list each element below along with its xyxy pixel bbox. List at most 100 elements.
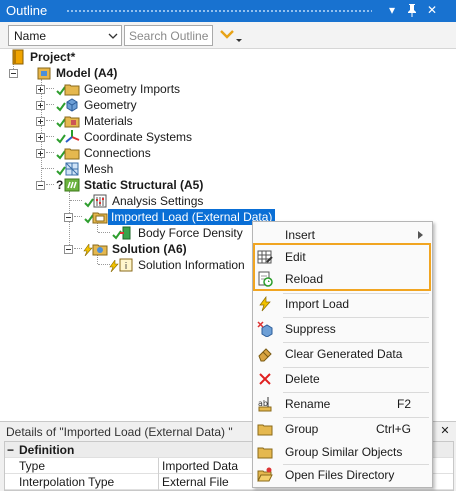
menu-item-group[interactable]: Group Ctrl+G	[253, 417, 432, 441]
tree-item-connections[interactable]: Connections	[36, 145, 166, 161]
menu-item-shortcut: Ctrl+G	[375, 422, 411, 436]
tree-label: Body Force Density	[138, 226, 243, 240]
search-outline-input[interactable]: Search Outline	[124, 25, 213, 46]
tree-item-body-force-density[interactable]: Body Force Density	[106, 225, 246, 241]
window-title: Outline	[6, 3, 48, 18]
imported-load-folder-icon	[92, 212, 108, 224]
expand-toggle[interactable]	[36, 101, 45, 110]
suppress-icon	[257, 321, 273, 337]
search-options-chevron-icon[interactable]	[218, 26, 244, 44]
menu-item-delete[interactable]: Delete	[253, 367, 432, 391]
analysis-settings-icon	[93, 194, 107, 208]
geometry-cube-icon	[66, 98, 78, 112]
menu-item-rename[interactable]: ab Rename F2	[253, 392, 432, 416]
menu-item-open-files-directory[interactable]: Open Files Directory	[253, 463, 432, 487]
details-row-label: Type	[19, 459, 46, 473]
tree-label: Model (A4)	[56, 66, 118, 80]
tree-item-analysis-settings[interactable]: Analysis Settings	[78, 193, 218, 209]
tree-item-coordinate-systems[interactable]: Coordinate Systems	[36, 129, 196, 145]
tree-label-selected: Imported Load (External Data)	[108, 209, 276, 225]
folder-icon	[257, 424, 273, 436]
tree-label: Mesh	[84, 162, 114, 176]
menu-item-suppress[interactable]: Suppress	[253, 317, 432, 341]
menu-item-import-load[interactable]: Import Load	[253, 292, 432, 316]
details-row-value: External File	[162, 475, 229, 489]
chevron-down-icon	[108, 33, 118, 39]
expand-toggle[interactable]	[36, 85, 45, 94]
menu-item-label: Insert	[285, 228, 316, 242]
tree-label: Geometry Imports	[84, 82, 181, 96]
pin-icon[interactable]	[404, 2, 420, 18]
tree-label: Connections	[84, 146, 151, 160]
menu-item-label: Delete	[285, 372, 320, 386]
question-status-icon: ?	[56, 178, 64, 192]
context-menu: Insert Edit Reload Import Load Suppress …	[252, 221, 433, 488]
menu-item-label: Reload	[285, 272, 324, 286]
outline-toolbar: Name Search Outline	[0, 22, 456, 49]
lightning-icon	[259, 296, 271, 312]
collapse-toggle[interactable]	[9, 69, 18, 78]
section-collapse-icon[interactable]: −	[7, 443, 14, 457]
folder-icon	[64, 148, 80, 160]
tree-label: Geometry	[84, 98, 137, 112]
tree-item-project[interactable]: Project*	[10, 49, 130, 65]
static-structural-icon	[64, 178, 80, 192]
solution-information-icon: i	[119, 258, 133, 272]
details-row-value: Imported Data	[162, 459, 239, 473]
tree-item-mesh[interactable]: Mesh	[50, 161, 130, 177]
folder-icon	[257, 447, 273, 459]
tree-item-solution[interactable]: Solution (A6)	[64, 241, 204, 257]
tree-label: Analysis Settings	[112, 194, 204, 208]
menu-item-label: Import Load	[285, 297, 350, 311]
eraser-icon	[258, 348, 272, 362]
name-filter-combo[interactable]: Name	[8, 25, 122, 46]
table-edit-icon	[257, 250, 273, 264]
tree-label: Solution Information	[138, 258, 245, 272]
close-icon[interactable]: ✕	[424, 2, 440, 18]
materials-icon	[64, 116, 80, 128]
reload-icon	[258, 271, 273, 287]
expand-toggle[interactable]	[36, 133, 45, 142]
tree-item-geometry-imports[interactable]: Geometry Imports	[36, 81, 196, 97]
rename-icon: ab	[258, 397, 272, 412]
expand-toggle[interactable]	[36, 117, 45, 126]
menu-item-label: Rename	[285, 397, 331, 411]
tree-item-imported-load[interactable]: Imported Load (External Data)	[64, 209, 276, 225]
submenu-arrow-icon	[418, 231, 423, 239]
folder-icon	[64, 84, 80, 96]
title-bar-grip[interactable]	[66, 9, 372, 13]
collapse-toggle[interactable]	[36, 181, 45, 190]
menu-item-label: Group	[285, 422, 319, 436]
collapse-toggle[interactable]	[64, 245, 73, 254]
details-row-label: Interpolation Type	[19, 475, 115, 489]
open-folder-icon	[257, 467, 273, 482]
tree-item-solution-information[interactable]: i Solution Information	[106, 257, 256, 273]
menu-item-group-similar-objects[interactable]: Group Similar Objects	[253, 440, 432, 464]
details-section-label: Definition	[19, 443, 75, 457]
tree-item-geometry[interactable]: Geometry	[36, 97, 156, 113]
menu-item-label: Clear Generated Data	[285, 347, 403, 361]
tree-item-materials[interactable]: Materials	[36, 113, 156, 129]
menu-item-reload[interactable]: Reload	[253, 267, 432, 291]
dropdown-icon[interactable]: ▾	[384, 2, 400, 18]
menu-item-edit[interactable]: Edit	[253, 245, 432, 269]
outline-title-bar: Outline ▾ ✕	[0, 0, 456, 22]
menu-item-label: Suppress	[285, 322, 336, 336]
collapse-toggle[interactable]	[64, 213, 73, 222]
menu-item-label: Edit	[285, 250, 306, 264]
expand-toggle[interactable]	[36, 149, 45, 158]
tree-item-static-structural[interactable]: ? Static Structural (A5)	[36, 177, 226, 193]
column-divider	[158, 474, 159, 490]
close-icon[interactable]: ✕	[438, 424, 452, 438]
tree-label: Project*	[30, 50, 76, 64]
mesh-icon	[65, 162, 79, 176]
menu-item-shortcut: F2	[396, 397, 411, 411]
solution-folder-icon	[92, 244, 108, 256]
tree-label: Materials	[84, 114, 133, 128]
delete-x-icon	[259, 373, 271, 385]
svg-text:i: i	[125, 262, 128, 272]
details-header: Details of "Imported Load (External Data…	[6, 425, 233, 439]
column-divider	[158, 458, 159, 474]
tree-item-model[interactable]: Model (A4)	[8, 65, 148, 81]
menu-item-clear-generated-data[interactable]: Clear Generated Data	[253, 342, 432, 366]
